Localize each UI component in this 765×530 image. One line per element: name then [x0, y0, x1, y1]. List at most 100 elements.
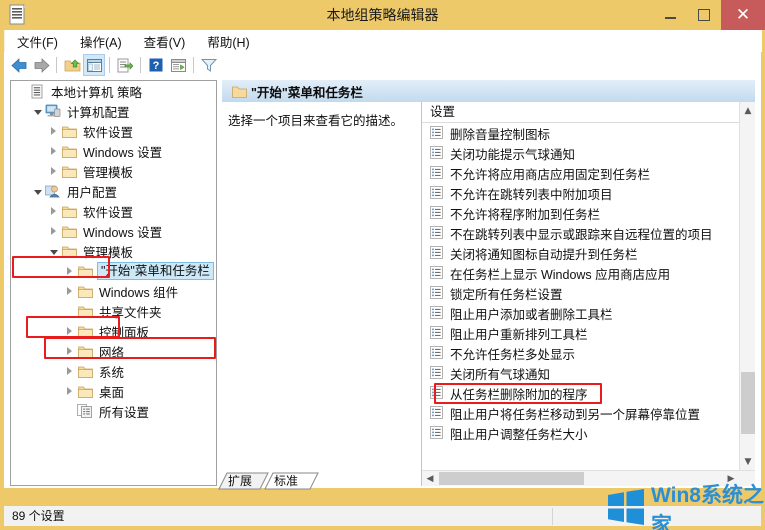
tree-item-7[interactable]: Windows 设置: [11, 221, 216, 241]
tree-item-15[interactable]: 桌面: [11, 381, 216, 401]
chevron-right-icon[interactable]: [63, 325, 76, 338]
chevron-down-icon[interactable]: [31, 185, 44, 198]
settings-list-item-label: 关闭将通知图标自动提升到任务栏: [450, 247, 638, 262]
settings-list-item[interactable]: 在任务栏上显示 Windows 应用商店应用: [422, 263, 755, 283]
tree-item-5[interactable]: 用户配置: [11, 181, 216, 201]
group-policy-editor-window: 本地组策略编辑器 ✕ 文件(F) 操作(A) 查看(V) 帮助(H) ? 本地计…: [0, 0, 765, 530]
chevron-right-icon[interactable]: [63, 265, 76, 278]
menu-action[interactable]: 操作(A): [70, 30, 132, 53]
tab-standard[interactable]: 标准: [264, 472, 320, 490]
tree-item-label: 管理模板: [83, 165, 134, 180]
settings-list-item-label: 不允许任务栏多处显示: [450, 347, 576, 362]
tree-item-3[interactable]: Windows 设置: [11, 141, 216, 161]
tree-item-16[interactable]: 所有设置: [11, 401, 216, 421]
settings-column-header[interactable]: 设置: [422, 102, 755, 123]
help-icon[interactable]: ?: [145, 54, 167, 76]
console-tree[interactable]: 本地计算机 策略 计算机配置 软件设置 Windows 设置 管理模板 用户配置 软件设置 W…: [10, 80, 217, 486]
settings-list-item[interactable]: 不允许任务栏多处显示: [422, 343, 755, 363]
folder-icon: [230, 83, 248, 99]
tree-item-12[interactable]: 控制面板: [11, 321, 216, 341]
tree-item-11[interactable]: 共享文件夹: [11, 301, 216, 321]
tree-item-6[interactable]: 软件设置: [11, 201, 216, 221]
minimize-button[interactable]: [653, 0, 687, 30]
settings-list-item[interactable]: 不允许将程序附加到任务栏: [422, 203, 755, 223]
settings-list-item[interactable]: 阻止用户重新排列工具栏: [422, 323, 755, 343]
all-settings-icon: [76, 403, 94, 419]
policy-setting-icon: [430, 366, 445, 380]
maximize-button[interactable]: [687, 0, 721, 30]
settings-list[interactable]: 删除音量控制图标 关闭功能提示气球通知不允许将应用商店应用固定到任务栏 不允许在跳转…: [422, 123, 755, 443]
settings-list-item-label: 不允许将应用商店应用固定到任务栏: [450, 167, 651, 182]
settings-list-item[interactable]: 删除音量控制图标: [422, 123, 755, 143]
settings-list-item-label: 不在跳转列表中显示或跟踪来自远程位置的项目: [450, 227, 713, 242]
settings-list-item[interactable]: 不允许将应用商店应用固定到任务栏: [422, 163, 755, 183]
tree-item-label: 软件设置: [83, 125, 134, 140]
tree-item-1[interactable]: 计算机配置: [11, 101, 216, 121]
tree-item-0[interactable]: 本地计算机 策略: [11, 81, 216, 101]
folder-icon: [60, 123, 78, 139]
tree-item-10[interactable]: Windows 组件: [11, 281, 216, 301]
vertical-scroll-thumb[interactable]: [741, 372, 755, 434]
folder-icon: [60, 143, 78, 159]
chevron-right-icon[interactable]: [47, 165, 60, 178]
menu-view[interactable]: 查看(V): [134, 30, 196, 53]
chevron-down-icon[interactable]: [31, 105, 44, 118]
close-button[interactable]: ✕: [721, 0, 765, 30]
description-pane: 选择一个项目来查看它的描述。: [222, 102, 422, 486]
settings-list-item[interactable]: 不允许在跳转列表中附加项目: [422, 183, 755, 203]
tree-item-label: 管理模板: [83, 245, 134, 260]
chevron-right-icon[interactable]: [47, 125, 60, 138]
tree-item-label: Windows 设置: [83, 145, 163, 160]
chevron-right-icon[interactable]: [63, 345, 76, 358]
folder-icon: [76, 383, 94, 399]
settings-list-item[interactable]: 锁定所有任务栏设置: [422, 283, 755, 303]
chevron-right-icon[interactable]: [63, 385, 76, 398]
windows-logo-icon: [606, 488, 646, 530]
menu-help[interactable]: 帮助(H): [197, 30, 259, 53]
export-list-icon[interactable]: [114, 54, 136, 76]
tree-item-4[interactable]: 管理模板: [11, 161, 216, 181]
tree-item-9[interactable]: "开始"菜单和任务栏: [11, 261, 216, 281]
user-icon: [44, 183, 62, 199]
settings-list-item[interactable]: 关闭所有气球通知: [422, 363, 755, 383]
chevron-right-icon[interactable]: [47, 145, 60, 158]
tree-item-2[interactable]: 软件设置: [11, 121, 216, 141]
scroll-down-icon[interactable]: ▼: [740, 453, 755, 470]
status-text: 89 个设置: [12, 509, 65, 523]
chevron-right-icon[interactable]: [47, 205, 60, 218]
folder-icon: [60, 163, 78, 179]
settings-list-item-label: 阻止用户调整任务栏大小: [450, 427, 588, 442]
policy-setting-icon: [430, 386, 445, 400]
back-icon[interactable]: [8, 54, 30, 76]
settings-list-item[interactable]: 从任务栏删除附加的程序: [422, 383, 755, 403]
chevron-right-icon[interactable]: [47, 225, 60, 238]
settings-list-item[interactable]: 关闭将通知图标自动提升到任务栏: [422, 243, 755, 263]
folder-icon: [60, 223, 78, 239]
settings-list-item[interactable]: 关闭功能提示气球通知: [422, 143, 755, 163]
scroll-up-icon[interactable]: ▲: [740, 102, 755, 119]
settings-list-item[interactable]: 阻止用户将任务栏移动到另一个屏幕停靠位置: [422, 403, 755, 423]
policy-setting-icon: [430, 186, 445, 200]
folder-icon: [76, 283, 94, 299]
tab-extended[interactable]: 扩展: [218, 472, 270, 490]
filter-icon[interactable]: [198, 54, 220, 76]
settings-list-vertical-scrollbar[interactable]: ▲ ▼: [739, 102, 755, 486]
up-folder-icon[interactable]: [61, 54, 83, 76]
menu-file[interactable]: 文件(F): [7, 30, 68, 53]
tree-item-13[interactable]: 网络: [11, 341, 216, 361]
tree-item-14[interactable]: 系统: [11, 361, 216, 381]
chevron-right-icon[interactable]: [63, 285, 76, 298]
show-hide-console-tree-icon[interactable]: [83, 54, 105, 76]
chevron-down-icon[interactable]: [47, 245, 60, 258]
tree-item-label: 控制面板: [99, 325, 150, 340]
settings-list-pane[interactable]: 设置 删除音量控制图标 关闭功能提示气球通知 不允许将应用商店应用固定到任务栏 不允许…: [422, 102, 755, 486]
policy-icon: [28, 83, 46, 99]
properties-icon[interactable]: [167, 54, 189, 76]
settings-list-item[interactable]: 阻止用户添加或者删除工具栏: [422, 303, 755, 323]
forward-icon[interactable]: [30, 54, 52, 76]
chevron-right-icon[interactable]: [63, 365, 76, 378]
tree-item-8[interactable]: 管理模板: [11, 241, 216, 261]
settings-list-item[interactable]: 阻止用户调整任务栏大小: [422, 423, 755, 443]
details-pane-title: "开始"菜单和任务栏: [251, 85, 363, 100]
settings-list-item[interactable]: 不在跳转列表中显示或跟踪来自远程位置的项目: [422, 223, 755, 243]
